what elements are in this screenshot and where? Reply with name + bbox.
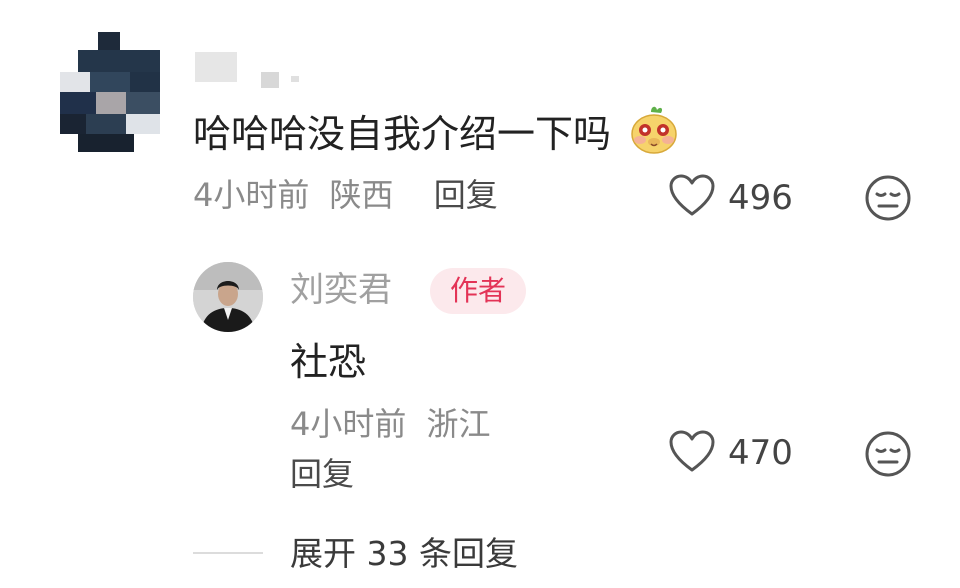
- heart-outline-icon[interactable]: [668, 174, 716, 218]
- reply-like-count: 470: [728, 433, 793, 473]
- neutral-face-icon[interactable]: [864, 430, 912, 478]
- mosaic-tile: [78, 134, 134, 152]
- author-badge: 作者: [430, 268, 527, 314]
- expand-replies-button[interactable]: 展开 33 条回复: [290, 532, 518, 576]
- mosaic-tile: [90, 72, 130, 92]
- comment-location: 陕西: [329, 176, 394, 214]
- mosaic-tile: [60, 72, 90, 92]
- reply-text: 社恐: [290, 340, 367, 384]
- heart-outline-icon[interactable]: [668, 430, 716, 474]
- cute-pig-face-emoji-icon: [629, 104, 679, 169]
- mosaic-tile: [130, 72, 160, 92]
- comment-text: 哈哈哈没自我介绍一下吗: [193, 112, 612, 156]
- comment-time: 4小时前: [193, 176, 310, 214]
- mosaic-tile: [96, 92, 126, 114]
- reply-button[interactable]: 回复: [434, 176, 498, 214]
- comment-meta: 4小时前 陕西 回复: [193, 175, 498, 215]
- mosaic-tile: [98, 32, 120, 50]
- reply-meta: 4小时前 浙江: [290, 404, 491, 444]
- author-avatar[interactable]: [193, 262, 263, 332]
- reply-time: 4小时前: [290, 405, 407, 443]
- mosaic-tile: [261, 72, 279, 88]
- commenter-name-blurred[interactable]: [195, 52, 315, 92]
- mosaic-tile: [126, 92, 160, 114]
- like-count: 496: [728, 178, 793, 218]
- mosaic-tile: [60, 92, 96, 114]
- mosaic-tile: [126, 114, 160, 134]
- comment-body: 哈哈哈没自我介绍一下吗: [193, 104, 679, 169]
- mosaic-tile: [60, 114, 86, 134]
- commenter-avatar[interactable]: [60, 32, 160, 152]
- reply-reply-button[interactable]: 回复: [290, 454, 354, 494]
- mosaic-tile: [78, 50, 160, 72]
- expand-divider: [193, 552, 263, 554]
- mosaic-tile: [86, 114, 126, 134]
- reply-location: 浙江: [426, 405, 491, 443]
- mosaic-tile: [195, 52, 237, 82]
- neutral-face-icon[interactable]: [864, 174, 912, 222]
- author-username[interactable]: 刘奕君: [290, 268, 392, 312]
- mosaic-tile: [291, 76, 299, 82]
